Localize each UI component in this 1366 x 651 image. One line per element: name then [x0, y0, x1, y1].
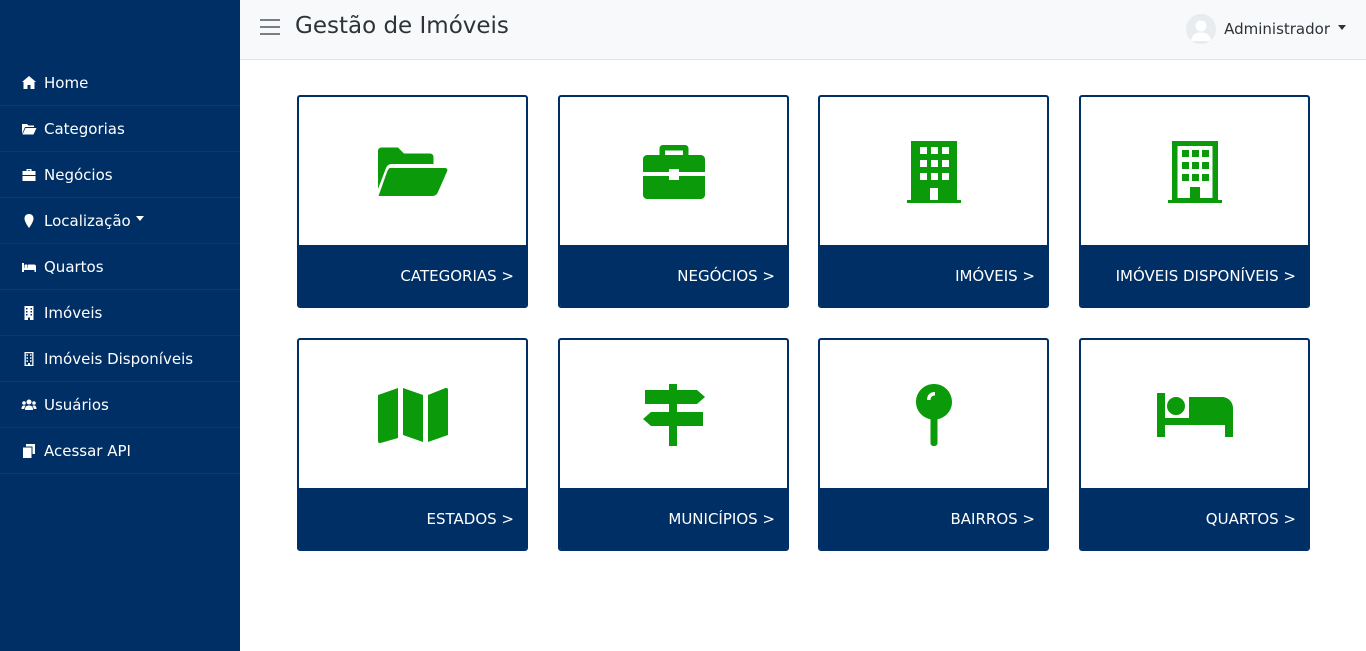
users-icon	[20, 397, 38, 413]
building-outline-icon	[1167, 141, 1222, 203]
sidebar: Home Categorias Negócios Localização Qua…	[0, 0, 240, 651]
page-title: Gestão de Imóveis	[295, 13, 509, 39]
card-label: IMÓVEIS >	[820, 245, 1047, 306]
sidebar-item-label: Imóveis	[44, 303, 103, 322]
top-header: Gestão de Imóveis Administrador	[240, 0, 1366, 60]
briefcase-icon	[20, 167, 38, 183]
sidebar-nav: Home Categorias Negócios Localização Qua…	[0, 60, 240, 474]
map-icon	[377, 387, 448, 443]
card-label: BAIRROS >	[820, 488, 1047, 549]
user-menu[interactable]: Administrador	[1186, 14, 1346, 44]
card-imoveis-disponiveis[interactable]: IMÓVEIS DISPONÍVEIS >	[1079, 95, 1310, 308]
card-label: ESTADOS >	[299, 488, 526, 549]
sidebar-item-acessar-api[interactable]: Acessar API	[0, 428, 240, 474]
card-bairros[interactable]: BAIRROS >	[818, 338, 1049, 551]
briefcase-icon	[642, 145, 705, 199]
folder-open-icon	[20, 121, 38, 137]
sidebar-item-negocios[interactable]: Negócios	[0, 152, 240, 198]
sidebar-item-label: Home	[44, 73, 89, 92]
chevron-down-icon	[1338, 24, 1346, 30]
sidebar-item-label: Categorias	[44, 119, 125, 138]
card-label: MUNICÍPIOS >	[560, 488, 787, 549]
sidebar-item-label: Negócios	[44, 165, 113, 184]
card-label: QUARTOS >	[1081, 488, 1308, 549]
card-estados[interactable]: ESTADOS >	[297, 338, 528, 551]
sidebar-item-label: Quartos	[44, 257, 104, 276]
sidebar-item-localizacao[interactable]: Localização	[0, 198, 240, 244]
sidebar-item-imoveis-disponiveis[interactable]: Imóveis Disponíveis	[0, 336, 240, 382]
card-imoveis[interactable]: IMÓVEIS >	[818, 95, 1049, 308]
map-marker-icon	[20, 213, 38, 229]
sidebar-item-categorias[interactable]: Categorias	[0, 106, 240, 152]
sidebar-item-usuarios[interactable]: Usuários	[0, 382, 240, 428]
card-label: CATEGORIAS >	[299, 245, 526, 306]
user-name: Administrador	[1224, 20, 1330, 38]
card-municipios[interactable]: MUNICÍPIOS >	[558, 338, 789, 551]
card-label: IMÓVEIS DISPONÍVEIS >	[1081, 245, 1308, 306]
home-icon	[20, 75, 38, 91]
sidebar-item-quartos[interactable]: Quartos	[0, 244, 240, 290]
card-label: NEGÓCIOS >	[560, 245, 787, 306]
folder-open-icon	[377, 147, 447, 196]
card-quartos[interactable]: QUARTOS >	[1079, 338, 1310, 551]
hamburger-menu-icon[interactable]	[260, 19, 280, 37]
map-pin-icon	[915, 384, 952, 446]
sidebar-item-label: Acessar API	[44, 441, 131, 460]
sidebar-item-imoveis[interactable]: Imóveis	[0, 290, 240, 336]
bed-icon	[20, 259, 38, 275]
building-icon	[20, 305, 38, 321]
card-negocios[interactable]: NEGÓCIOS >	[558, 95, 789, 308]
building-outline-icon	[20, 351, 38, 367]
avatar	[1186, 14, 1217, 44]
card-categorias[interactable]: CATEGORIAS >	[297, 95, 528, 308]
sidebar-item-label: Imóveis Disponíveis	[44, 349, 194, 368]
sidebar-item-home[interactable]: Home	[0, 60, 240, 106]
chevron-down-icon	[135, 216, 144, 221]
sidebar-item-label: Localização	[44, 211, 131, 230]
signpost-icon	[642, 384, 705, 446]
bed-icon	[1156, 393, 1233, 437]
sidebar-item-label: Usuários	[44, 395, 109, 414]
building-icon	[906, 141, 961, 203]
copy-icon	[20, 443, 38, 459]
